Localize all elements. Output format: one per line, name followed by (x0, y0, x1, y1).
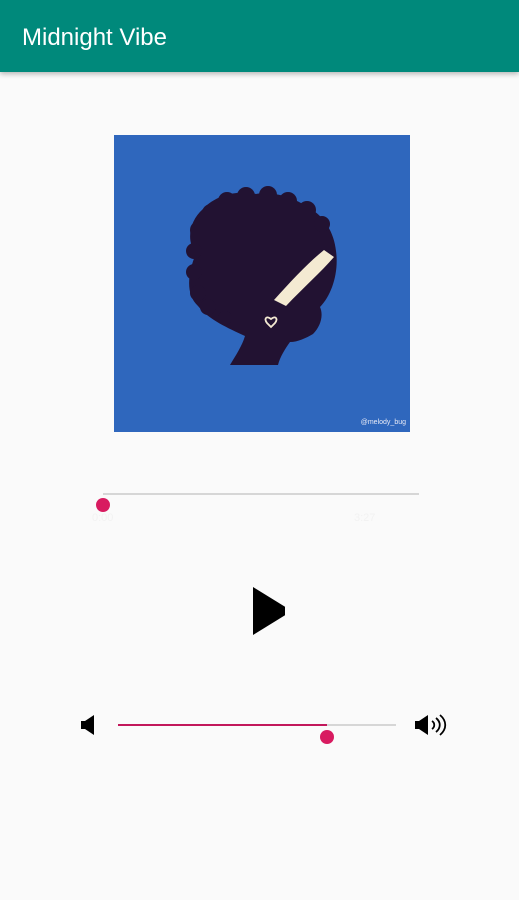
app-title: Midnight Vibe (22, 24, 167, 51)
play-icon (253, 587, 285, 635)
volume-track[interactable] (118, 724, 396, 744)
album-artwork-image (114, 135, 410, 432)
volume-thumb[interactable] (319, 730, 334, 744)
album-art: @melody_bug (114, 135, 410, 432)
volume-slider[interactable] (110, 712, 400, 744)
progress-thumb[interactable] (96, 498, 110, 512)
play-button[interactable] (226, 572, 296, 642)
progress-track[interactable] (96, 493, 419, 512)
volume-high-icon (415, 714, 447, 736)
volume-fill (118, 724, 327, 726)
volume-low-icon (81, 715, 94, 735)
elapsed-time: 0:00 (92, 512, 114, 524)
total-time: 3:27 (354, 512, 376, 524)
app-bar: Midnight Vibe (0, 0, 519, 72)
song-progress-slider[interactable] (92, 482, 424, 512)
album-art-credit: @melody_bug (360, 419, 406, 426)
